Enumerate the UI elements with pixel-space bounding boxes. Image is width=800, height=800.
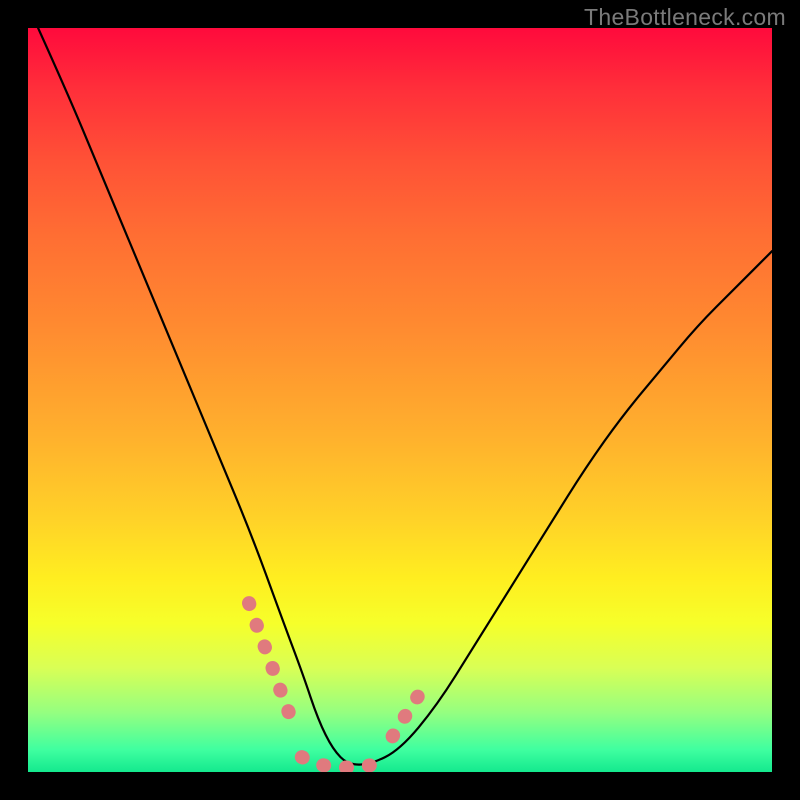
bottleneck-curve [28,28,772,765]
outer-frame: TheBottleneck.com [0,0,800,800]
highlight-segments [249,603,420,767]
highlight-stroke [302,757,375,767]
chart-svg [28,28,772,772]
chart-plot-area [28,28,772,772]
watermark-text: TheBottleneck.com [584,4,786,31]
